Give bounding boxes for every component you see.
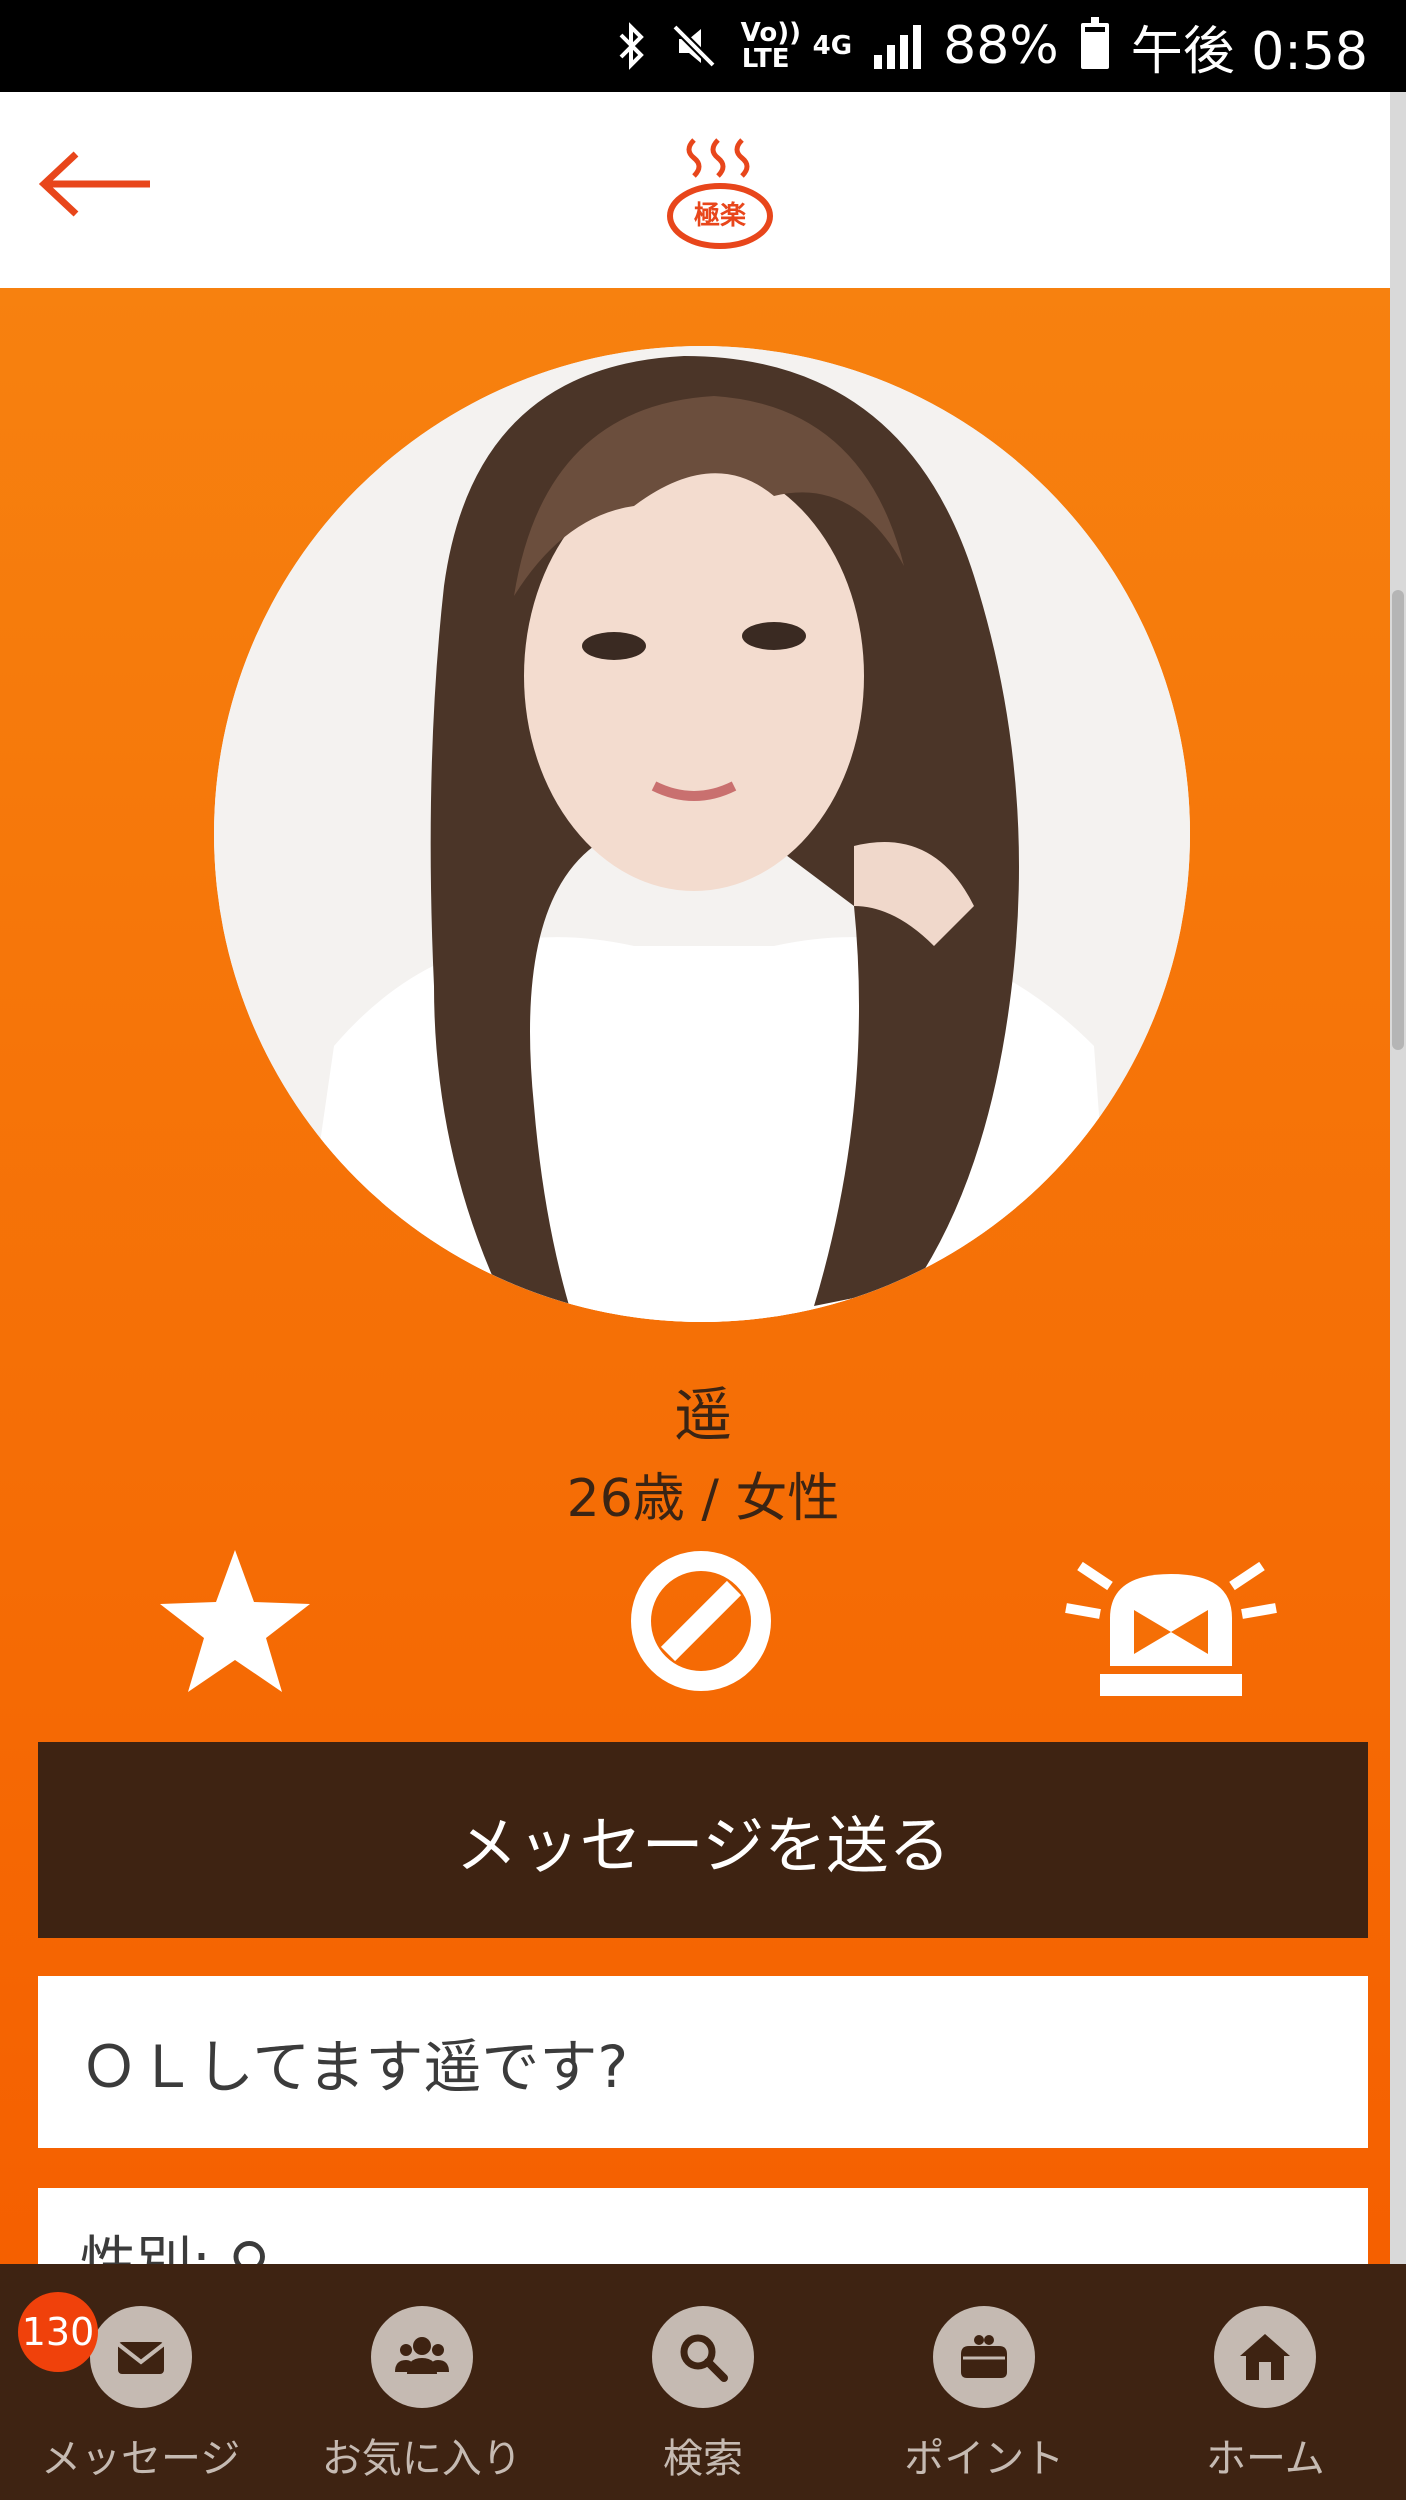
nav-search[interactable]: 検索: [562, 2264, 843, 2500]
profile-name: 遥: [673, 1381, 732, 1449]
profile-section: 遥 26歳 / 女性 メッセージを送る ＯＬしてます遥です? 性別: ♀: [0, 288, 1390, 2328]
signal-icon: [874, 23, 922, 69]
nav-label: 検索: [663, 2436, 743, 2482]
profile-age-gender: 26歳 / 女性: [566, 1469, 840, 1529]
volte-indicator: Vo)) LTE: [740, 18, 801, 74]
unread-badge: 130: [18, 2292, 98, 2372]
status-icons: Vo)) LTE 4G 88% 午後 0:58: [617, 0, 1368, 92]
scrollbar-track[interactable]: [1390, 92, 1406, 2300]
send-message-button[interactable]: メッセージを送る: [38, 1742, 1368, 1938]
search-icon: [652, 2306, 754, 2408]
people-icon: [370, 2306, 473, 2408]
nav-label: ポイント: [904, 2436, 1065, 2482]
nav-label: お気に入り: [321, 2436, 522, 2482]
network-type: 4G: [812, 31, 853, 61]
logo-text: 極楽: [694, 201, 747, 231]
bluetooth-icon: [619, 22, 644, 70]
app-header: 極楽: [0, 92, 1390, 288]
arrow-left-icon: [38, 151, 150, 217]
back-button[interactable]: [36, 144, 156, 224]
clock: 午後 0:58: [1130, 21, 1368, 82]
nav-favorites[interactable]: お気に入り: [281, 2264, 562, 2500]
coin-purse-icon: [933, 2306, 1036, 2408]
scrollbar-thumb[interactable]: [1392, 590, 1404, 1050]
battery-icon: [1080, 17, 1109, 69]
home-icon: [1214, 2306, 1317, 2408]
nav-label: メッセージ: [41, 2436, 241, 2482]
profile-photo: [214, 346, 1190, 1322]
nav-label: ホーム: [1206, 2436, 1325, 2482]
star-icon[interactable]: [156, 1546, 314, 1694]
envelope-icon: [89, 2306, 192, 2408]
status-bar: Vo)) LTE 4G 88% 午後 0:58: [0, 0, 1406, 92]
report-siren-icon[interactable]: [1060, 1548, 1282, 1696]
profile-bio: ＯＬしてます遥です?: [38, 1976, 1368, 2148]
nav-messages[interactable]: 130 メッセージ: [0, 2264, 281, 2500]
nav-points[interactable]: ポイント: [844, 2264, 1125, 2500]
mute-icon: [671, 24, 716, 68]
nav-home[interactable]: ホーム: [1125, 2264, 1406, 2500]
block-icon[interactable]: [630, 1550, 772, 1692]
battery-percent: 88%: [943, 16, 1059, 76]
bottom-nav: 130 メッセージ お気に入り 検索 ポイント ホーム: [0, 2264, 1406, 2500]
app-logo: 極楽: [664, 132, 776, 252]
